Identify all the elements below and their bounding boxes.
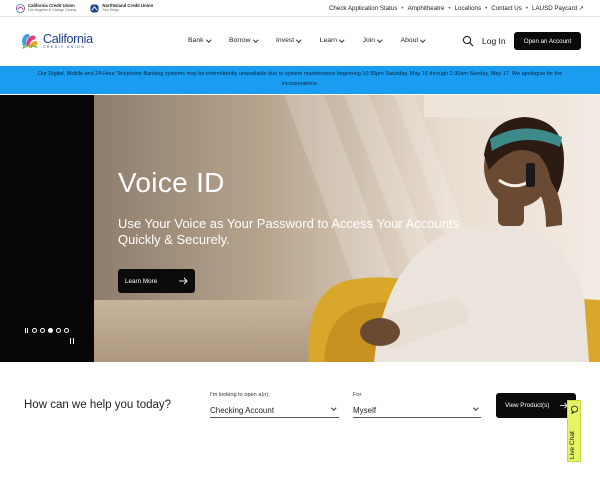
utility-bar: California Credit Union Los Angeles & Or… [0,0,600,17]
live-chat-button[interactable]: Live Chat [567,400,581,462]
logo-name: California [43,31,93,46]
utility-links: Check Application Status • Amphitheatre … [329,0,584,17]
northisland-cu-mini-brand[interactable]: NorthIsland Credit Union San Diego [90,3,153,13]
for-label: For [353,392,362,398]
chevron-down-icon [252,37,258,42]
nav-item-bank[interactable]: Bank [188,37,211,44]
logo-mark-icon [22,33,38,49]
northisland-cu-mini-sub: San Diego [102,8,120,12]
hero-title: Voice ID [118,167,225,198]
nav-label: Borrow [229,37,251,44]
help-question: How can we help you today? [24,399,172,411]
view-products-button[interactable]: View Product(s) [496,393,576,418]
nav-item-join[interactable]: Join [362,37,383,44]
view-products-label: View Product(s) [505,402,550,409]
separator: • [401,5,404,12]
learn-more-label: Learn More [125,277,158,285]
open-account-button[interactable]: Open an Account [514,32,581,50]
carousel-dot[interactable] [64,328,70,333]
nav-label: Join [362,37,376,44]
northisland-cu-logo-icon [90,3,99,13]
main-header: California CREDIT UNION Bank Borrow Inve… [0,18,600,66]
for-select[interactable]: Myself [353,404,481,418]
check-application-status-link[interactable]: Check Application Status [329,5,397,12]
carousel-dot-active[interactable] [48,328,54,333]
hero-carousel: Voice ID Use Your Voice as Your Password… [0,95,600,362]
log-in-link[interactable]: Log In [482,36,506,46]
chevron-down-icon [330,405,336,411]
primary-nav: Bank Borrow Invest Learn Join About [188,37,444,44]
california-credit-union-logo[interactable]: California CREDIT UNION [18,30,93,52]
nav-item-learn[interactable]: Learn [319,37,345,44]
carousel-dot[interactable] [56,328,62,333]
nav-label: Invest [276,37,295,44]
carousel-dot[interactable] [40,328,46,333]
california-cu-logo-icon [16,3,25,13]
amphitheatre-link[interactable]: Amphitheatre [408,5,445,12]
contact-us-link[interactable]: Contact Us [491,5,522,12]
open-account-type-label: I'm looking to open a(n): [210,392,270,398]
chevron-down-icon [296,37,302,42]
search-icon[interactable] [462,35,474,47]
california-cu-mini-brand[interactable]: California Credit Union Los Angeles & Or… [16,3,76,13]
nav-item-invest[interactable]: Invest [276,37,302,44]
chevron-down-icon [472,405,478,411]
lausd-paycard-link[interactable]: LAUSD Paycard ↗ [532,5,584,12]
product-finder: How can we help you today? I'm looking t… [0,362,600,480]
separator: • [485,5,488,12]
separator: • [525,5,529,12]
nav-label: Bank [188,37,204,44]
for-value: Myself [353,406,377,415]
locations-link[interactable]: Locations [455,5,482,12]
nav-label: Learn [319,37,338,44]
pause-icon[interactable] [25,328,29,333]
separator: • [448,5,451,12]
chevron-down-icon [339,37,345,42]
carousel-dot[interactable] [32,328,38,333]
nav-label: About [400,37,419,44]
chevron-down-icon [205,37,211,42]
chat-bubble-icon [571,405,578,414]
learn-more-button[interactable]: Learn More [118,269,195,293]
logo-sub: CREDIT UNION [43,45,86,49]
nav-item-about[interactable]: About [400,37,426,44]
pause-icon[interactable] [70,338,75,344]
chevron-down-icon [377,37,383,42]
california-cu-mini-sub: Los Angeles & Orange County [28,8,77,12]
arrow-right-icon [179,277,188,285]
chevron-down-icon [420,37,426,42]
hero-dark-panel [0,95,94,362]
alert-text: Our Digital, Mobile and 24-Hour Telephon… [37,71,563,87]
carousel-controls [25,328,70,333]
open-account-type-value: Checking Account [210,406,275,415]
hero-subtitle: Use Your Voice as Your Password to Acces… [118,216,460,247]
open-account-type-select[interactable]: Checking Account [210,404,339,418]
live-chat-label: Live Chat [569,431,576,459]
nav-item-borrow[interactable]: Borrow [229,37,258,44]
maintenance-alert-banner: Our Digital, Mobile and 24-Hour Telephon… [0,66,600,94]
